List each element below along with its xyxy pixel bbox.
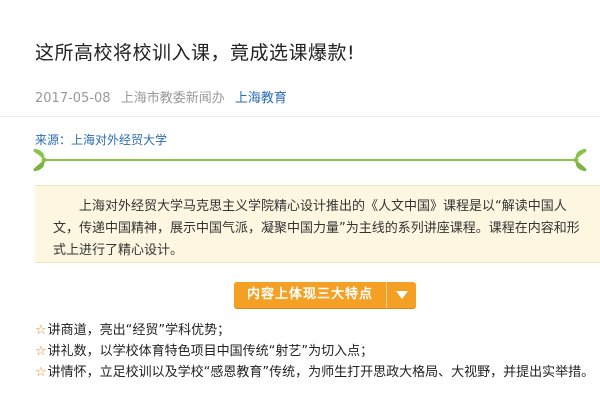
star-icon: ☆ [35, 344, 47, 359]
publisher-office: 上海市教委新闻办 [120, 91, 225, 106]
list-item: ☆讲商道，亮出“经贸”学科优势； [35, 323, 231, 338]
publish-date: 2017-05-08 [35, 91, 111, 106]
list-item: ☆讲礼数，以学校体育特色项目中国传统“射艺”为切入点； [35, 344, 374, 359]
leaf-left-icon [33, 149, 47, 171]
intro-box: 上海对外经贸大学马克思主义学院精心设计推出的《人文中国》课程是以“解读中国人文，… [35, 185, 600, 263]
intro-text: 上海对外经贸大学马克思主义学院精心设计推出的《人文中国》课程是以“解读中国人文，… [53, 199, 580, 258]
dropdown-toggle[interactable] [386, 282, 416, 308]
article-source: 来源：上海对外经贸大学 [35, 133, 168, 147]
header-divider [0, 116, 600, 117]
channel-link[interactable]: 上海教育 [235, 91, 287, 106]
list-item: ☆讲情怀，立足校训以及学校“感恩教育”传统，为师生打开思政大格局、大视野，并提出… [35, 365, 595, 380]
feature-list: ☆讲商道，亮出“经贸”学科优势； ☆讲礼数，以学校体育特色项目中国传统“射艺”为… [35, 320, 600, 383]
vine-divider [33, 149, 587, 171]
dropdown-label: 内容上体现三大特点 [246, 287, 373, 302]
star-icon: ☆ [35, 323, 47, 338]
leaf-right-icon [573, 149, 587, 171]
chevron-down-icon [395, 291, 408, 299]
star-icon: ☆ [35, 365, 47, 380]
article-meta: 2017-05-08 上海市教委新闻办 上海教育 [35, 87, 287, 106]
features-dropdown[interactable]: 内容上体现三大特点 [234, 282, 416, 308]
article-title: 这所高校将校训入课，竟成选课爆款! [35, 42, 356, 64]
